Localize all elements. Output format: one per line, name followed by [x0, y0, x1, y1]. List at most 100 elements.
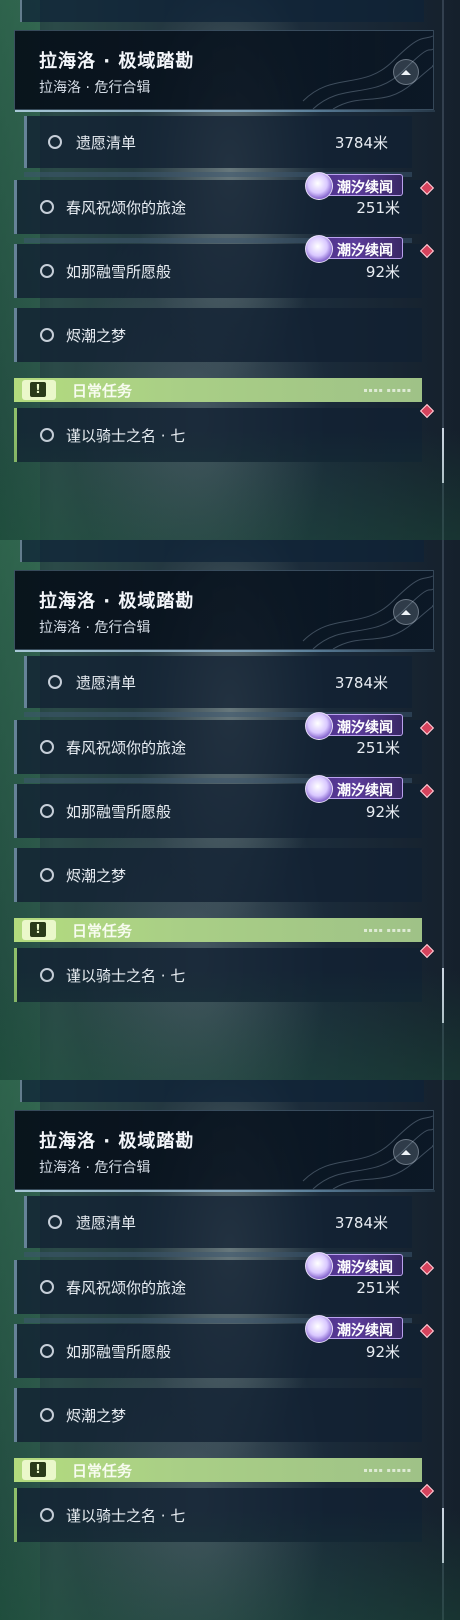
quest-bar — [14, 1260, 17, 1314]
scrollbar[interactable] — [442, 1080, 444, 1620]
quest-category-header[interactable]: 拉海洛 · 极域踏勘 拉海洛 · 危行合辑 — [14, 1110, 435, 1192]
region-title: 拉海洛 · 极域踏勘 — [39, 591, 195, 612]
quest-item[interactable]: 谨以骑士之名 · 七 — [14, 1488, 422, 1542]
quest-name: 春风祝颂你的旅途 — [66, 199, 187, 217]
ring-icon — [40, 1344, 54, 1358]
quest-distance: 3784米 — [334, 1214, 388, 1232]
quest-distance: 251米 — [356, 739, 400, 757]
daily-title: 日常任务 — [72, 1462, 133, 1480]
quest-distance: 251米 — [356, 199, 400, 217]
quest-item[interactable]: 谨以骑士之名 · 七 — [14, 948, 422, 1002]
daily-title: 日常任务 — [72, 382, 133, 400]
quest-item[interactable]: 谨以骑士之名 · 七 — [14, 408, 422, 462]
badge-label: 潮汐续闻 — [337, 783, 393, 799]
quest-name: 烬潮之梦 — [66, 867, 127, 885]
badge-label: 潮汐续闻 — [337, 1260, 393, 1276]
badge-label: 潮汐续闻 — [337, 720, 393, 736]
quest-distance: 92米 — [365, 263, 400, 281]
collapse-button[interactable] — [393, 599, 419, 625]
ring-icon — [40, 200, 54, 214]
tidal-emblem-icon — [305, 712, 333, 740]
quest-panel: 拉海洛 · 极域踏勘 拉海洛 · 危行合辑 遗愿清单 3784米 春风祝颂你的旅… — [0, 540, 460, 1080]
quest-name: 烬潮之梦 — [66, 1407, 127, 1425]
ring-icon — [40, 1508, 54, 1522]
quest-panel: 拉海洛 · 极域踏勘 拉海洛 · 危行合辑 遗愿清单 3784米 春风祝颂你的旅… — [0, 0, 460, 540]
tidal-emblem-icon — [305, 1315, 333, 1343]
daily-quests-header[interactable]: ! 日常任务 ▪▪▪▪ ▪▪▪▪▪ — [14, 378, 422, 402]
region-subtitle: 拉海洛 · 危行合辑 — [39, 80, 151, 96]
tidal-emblem-icon — [305, 235, 333, 263]
ring-icon — [48, 1215, 62, 1229]
ring-icon — [40, 804, 54, 818]
quest-bar — [14, 1324, 17, 1378]
exclamation-icon: ! — [30, 1462, 46, 1477]
quest-name: 如那融雪所愿般 — [66, 263, 172, 281]
quest-item[interactable]: 遗愿清单 3784米 — [24, 116, 412, 168]
quest-item[interactable]: 烬潮之梦 — [14, 848, 422, 902]
chevron-up-icon — [401, 1150, 411, 1155]
quest-name: 春风祝颂你的旅途 — [66, 1279, 187, 1297]
quest-bar — [14, 408, 17, 462]
quest-name: 如那融雪所愿般 — [66, 803, 172, 821]
red-diamond-icon — [419, 403, 435, 419]
quest-distance: 92米 — [365, 1343, 400, 1361]
daily-decoration: ▪▪▪▪ ▪▪▪▪▪ — [363, 1467, 412, 1474]
quest-item[interactable]: 遗愿清单 3784米 — [24, 656, 412, 708]
tidal-emblem-icon — [305, 1252, 333, 1280]
quest-item[interactable]: 烬潮之梦 — [14, 308, 422, 362]
scrollbar-thumb[interactable] — [442, 968, 444, 1023]
region-title: 拉海洛 · 极域踏勘 — [39, 51, 195, 72]
ring-icon — [40, 740, 54, 754]
scrollbar[interactable] — [442, 540, 444, 1080]
daily-decoration: ▪▪▪▪ ▪▪▪▪▪ — [363, 387, 412, 394]
region-subtitle: 拉海洛 · 危行合辑 — [39, 1160, 151, 1176]
quest-bar — [14, 848, 17, 902]
quest-name: 春风祝颂你的旅途 — [66, 739, 187, 757]
red-diamond-icon — [419, 943, 435, 959]
region-title: 拉海洛 · 极域踏勘 — [39, 1131, 195, 1152]
header-underline — [15, 110, 435, 112]
quest-bar — [14, 244, 17, 298]
scrollbar-thumb[interactable] — [442, 428, 444, 483]
red-diamond-icon — [419, 1260, 435, 1276]
quest-bar — [24, 656, 27, 708]
quest-bar — [14, 948, 17, 1002]
quest-bar — [14, 1488, 17, 1542]
quest-item[interactable]: 烬潮之梦 — [14, 1388, 422, 1442]
ring-icon — [40, 1280, 54, 1294]
badge-label: 潮汐续闻 — [337, 180, 393, 196]
scrollbar[interactable] — [442, 0, 444, 540]
quest-name: 谨以骑士之名 · 七 — [66, 427, 186, 445]
daily-icon-plate: ! — [22, 380, 56, 400]
quest-name: 遗愿清单 — [76, 674, 137, 692]
scrollbar-thumb[interactable] — [442, 1508, 444, 1563]
quest-name: 谨以骑士之名 · 七 — [66, 967, 186, 985]
collapse-button[interactable] — [393, 59, 419, 85]
daily-icon-plate: ! — [22, 920, 56, 940]
quest-distance: 3784米 — [334, 674, 388, 692]
ring-icon — [40, 868, 54, 882]
quest-name: 遗愿清单 — [76, 1214, 137, 1232]
tidal-tale-badge: 潮汐续闻 — [305, 172, 403, 200]
quest-bar — [14, 720, 17, 774]
tidal-tale-badge: 潮汐续闻 — [305, 775, 403, 803]
badge-label: 潮汐续闻 — [337, 243, 393, 259]
previous-section-edge — [20, 540, 424, 562]
quest-category-header[interactable]: 拉海洛 · 极域踏勘 拉海洛 · 危行合辑 — [14, 570, 435, 652]
ring-icon — [40, 968, 54, 982]
quest-item[interactable]: 遗愿清单 3784米 — [24, 1196, 412, 1248]
previous-section-edge — [20, 0, 424, 22]
ring-icon — [40, 428, 54, 442]
quest-bar — [14, 1388, 17, 1442]
daily-quests-header[interactable]: ! 日常任务 ▪▪▪▪ ▪▪▪▪▪ — [14, 1458, 422, 1482]
red-diamond-icon — [419, 1323, 435, 1339]
daily-icon-plate: ! — [22, 1460, 56, 1480]
quest-bar — [24, 1196, 27, 1248]
quest-bar — [14, 308, 17, 362]
collapse-button[interactable] — [393, 1139, 419, 1165]
exclamation-icon: ! — [30, 382, 46, 397]
quest-bar — [14, 784, 17, 838]
quest-category-header[interactable]: 拉海洛 · 极域踏勘 拉海洛 · 危行合辑 — [14, 30, 435, 112]
quest-name: 如那融雪所愿般 — [66, 1343, 172, 1361]
daily-quests-header[interactable]: ! 日常任务 ▪▪▪▪ ▪▪▪▪▪ — [14, 918, 422, 942]
